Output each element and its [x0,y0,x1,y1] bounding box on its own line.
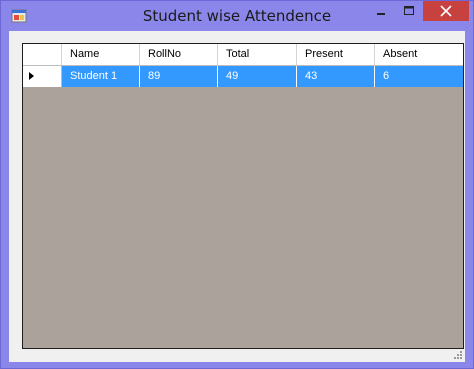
minimize-icon [377,13,385,15]
cell-rollno[interactable]: 89 [140,66,218,87]
resize-grip-icon[interactable] [452,349,462,359]
close-button[interactable] [423,1,469,21]
attendance-grid[interactable]: Name RollNo Total Present Absent Student… [22,43,464,349]
cell-absent[interactable]: 6 [375,66,463,87]
column-header-rollno[interactable]: RollNo [140,44,218,65]
column-header-total[interactable]: Total [218,44,297,65]
cell-total[interactable]: 49 [218,66,297,87]
cell-name[interactable]: Student 1 [62,66,140,87]
table-row[interactable]: Student 1 89 49 43 6 [23,66,463,87]
title-bar[interactable]: Student wise Attendence [1,1,473,31]
row-header-corner[interactable] [23,44,62,65]
column-header-absent[interactable]: Absent [375,44,463,65]
app-window: Student wise Attendence Name RollNo Tota… [0,0,474,369]
close-icon [440,5,452,17]
row-selector[interactable] [23,66,62,87]
maximize-icon [404,6,414,15]
maximize-button[interactable] [396,1,422,21]
column-header-present[interactable]: Present [297,44,375,65]
current-row-arrow-icon [29,72,34,80]
column-header-name[interactable]: Name [62,44,140,65]
grid-header: Name RollNo Total Present Absent [23,44,463,66]
minimize-button[interactable] [368,1,394,21]
client-area: Name RollNo Total Present Absent Student… [9,31,465,362]
cell-present[interactable]: 43 [297,66,375,87]
